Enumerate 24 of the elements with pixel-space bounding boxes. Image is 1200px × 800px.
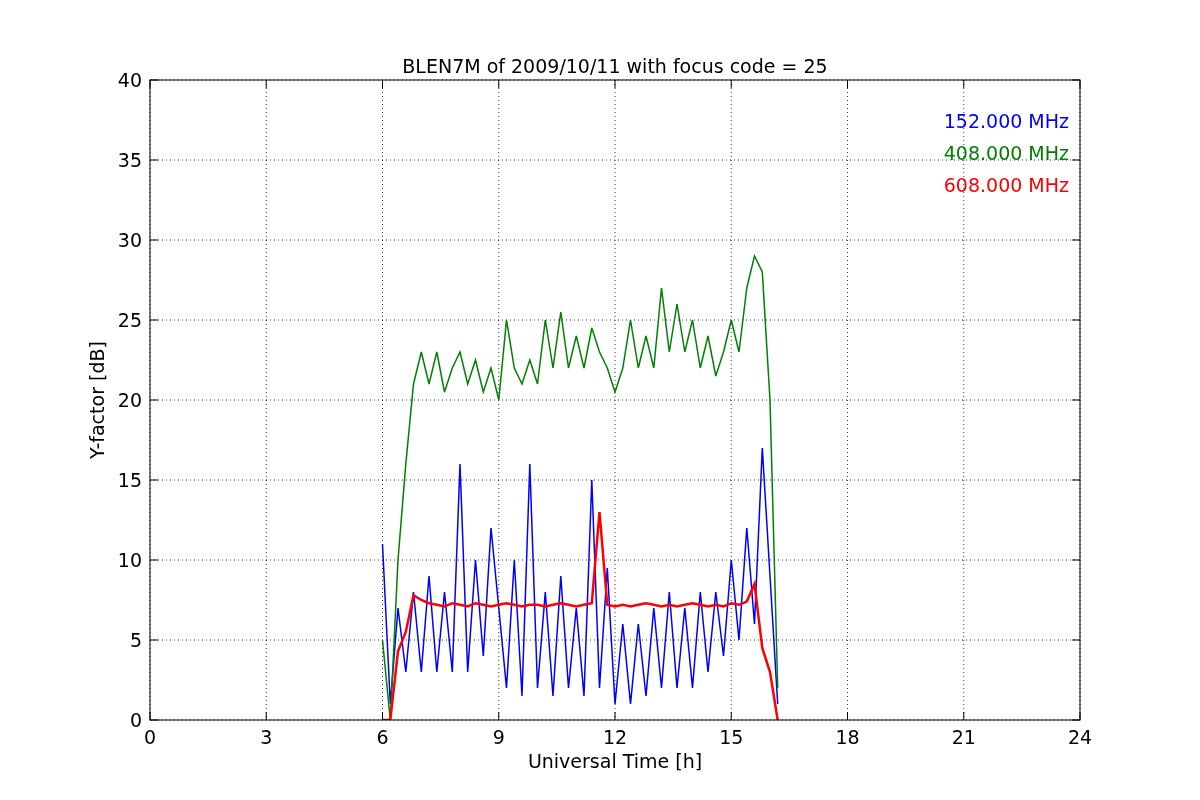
y-tick-label: 30 — [117, 229, 142, 251]
y-tick-label: 35 — [117, 149, 142, 171]
x-tick-label: 24 — [1067, 726, 1093, 748]
y-axis-label: Y-factor [dB] — [86, 341, 108, 459]
y-tick-label: 5 — [129, 629, 142, 651]
y-tick-label: 40 — [117, 69, 142, 91]
chart-title: BLEN7M of 2009/10/11 with focus code = 25 — [402, 55, 828, 77]
x-tick-label: 21 — [951, 726, 976, 748]
y-tick-label: 15 — [117, 469, 142, 491]
x-tick-label: 18 — [835, 726, 860, 748]
y-tick-label: 25 — [117, 309, 142, 331]
x-tick-label: 12 — [602, 726, 628, 748]
legend-label: 608.000 MHz — [943, 174, 1069, 196]
y-tick-label: 0 — [129, 709, 142, 731]
x-tick-label: 15 — [719, 726, 744, 748]
x-tick-label: 3 — [260, 726, 273, 748]
legend-label: 152.000 MHz — [943, 110, 1069, 132]
x-tick-label: 0 — [143, 726, 157, 748]
y-tick-label: 20 — [117, 389, 142, 411]
x-axis-label: Universal Time [h] — [527, 750, 703, 772]
x-tick-label: 9 — [492, 726, 505, 748]
legend-label: 408.000 MHz — [943, 142, 1069, 164]
x-tick-label: 6 — [376, 726, 389, 748]
y-tick-label: 10 — [117, 549, 142, 571]
